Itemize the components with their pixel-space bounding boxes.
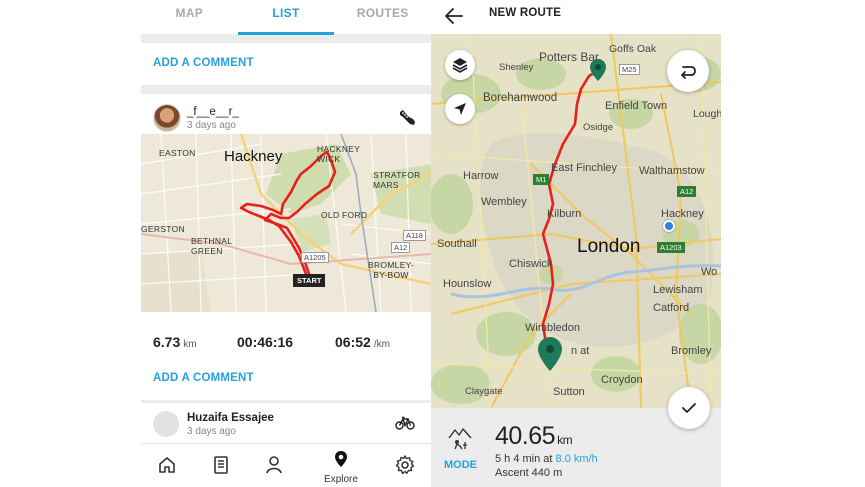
map-label-east-finchley: East Finchley xyxy=(551,162,618,174)
map-label-sutton: Sutton xyxy=(553,386,585,398)
locate-me-button[interactable] xyxy=(445,94,475,124)
add-comment-link[interactable]: ADD A COMMENT xyxy=(153,57,254,69)
nav-explore[interactable]: Explore xyxy=(319,450,363,485)
settings-gear-icon[interactable] xyxy=(393,453,417,477)
map-label-hackney-right: Hackney xyxy=(661,208,704,220)
road-a118: A118 xyxy=(403,230,426,241)
map-label-osidge: Osidge xyxy=(583,122,614,133)
add-comment-link-2[interactable]: ADD A COMMENT xyxy=(153,372,254,384)
road-m1: M1 xyxy=(533,174,550,185)
screenshot: MAP LIST ROUTES ADD A COMMENT _f__e__r_ … xyxy=(0,0,865,487)
current-location-dot xyxy=(663,220,675,232)
post-username-2[interactable]: Huzaifa Essajee xyxy=(187,412,274,424)
map-label-bromley: Bromley xyxy=(671,345,712,357)
tab-routes[interactable]: ROUTES xyxy=(334,0,431,34)
return-arrow-icon xyxy=(681,66,696,79)
map-label-bromley-by-bow: BROMLEY-BY-BOW xyxy=(367,260,415,280)
map-label-stratford-marsh: STRATFOR MARS xyxy=(373,170,421,190)
map-label-mitcham-partial: n at xyxy=(571,345,590,357)
activity-feed-screen: MAP LIST ROUTES ADD A COMMENT _f__e__r_ … xyxy=(141,0,431,487)
map-label-croydon: Croydon xyxy=(601,374,643,386)
bottom-nav: Explore xyxy=(141,443,431,487)
hiking-mode-icon[interactable] xyxy=(445,424,475,450)
route-speed-link[interactable]: 8.0 km/h xyxy=(556,453,598,465)
start-marker: START xyxy=(293,274,326,287)
tab-list[interactable]: LIST xyxy=(237,0,335,35)
route-map[interactable]: Potters Bar Goffs Oak Shenley M25 Boreha… xyxy=(431,34,721,408)
activity-card: _f__e__r_ 3 days ago Hackney HACKNEY WIC… xyxy=(141,94,431,358)
map-label-southall: Southall xyxy=(437,238,477,250)
checkmark-icon xyxy=(682,403,696,413)
map-label-wimbledon: Wimbledon xyxy=(525,322,581,334)
reverse-route-button[interactable] xyxy=(667,50,709,92)
route-duration: 5 h 4 min at 8.0 km/h xyxy=(495,453,598,465)
back-arrow-icon[interactable] xyxy=(443,6,465,26)
map-layers-button[interactable] xyxy=(445,50,475,80)
map-label-harrow: Harrow xyxy=(463,170,499,182)
page-title: NEW ROUTE xyxy=(489,7,562,19)
map-label-goffs-oak: Goffs Oak xyxy=(609,43,657,55)
confirm-route-button[interactable] xyxy=(668,387,710,429)
map-label-lewisham: Lewisham xyxy=(653,284,703,296)
post-username[interactable]: _f__e__r_ xyxy=(187,106,239,118)
map-pin-icon xyxy=(335,451,347,467)
road-a1203: A1203 xyxy=(657,242,685,253)
map-label-hounslow: Hounslow xyxy=(443,278,492,290)
map-label-hackney-wick: HACKNEY WICK xyxy=(317,144,361,164)
navigation-arrow-icon xyxy=(454,103,466,115)
new-route-screen: NEW ROUTE Potters Bar Goffs Oak Shenley … xyxy=(431,0,721,487)
route-header: NEW ROUTE xyxy=(431,0,721,34)
avatar-placeholder[interactable] xyxy=(153,411,179,437)
map-label-easton: EASTON xyxy=(159,148,196,158)
map-label-london: London xyxy=(577,236,641,257)
road-a12: A12 xyxy=(391,242,411,253)
map-label-enfield-town: Enfield Town xyxy=(605,100,668,112)
road-a12-right: A12 xyxy=(677,186,697,197)
activity-map[interactable]: Hackney HACKNEY WICK EASTON STRATFOR MAR… xyxy=(141,134,431,312)
profile-icon[interactable] xyxy=(262,453,286,477)
add-comment-bar[interactable]: ADD A COMMENT xyxy=(141,43,431,85)
avatar[interactable] xyxy=(153,104,181,132)
map-label-walthamstow: Walthamstow xyxy=(639,165,705,177)
layers-icon xyxy=(452,58,468,73)
top-tab-bar: MAP LIST ROUTES xyxy=(141,0,431,35)
map-label-wo: Wo xyxy=(701,266,718,278)
stat-duration: 00:46:16 xyxy=(237,334,294,350)
route-distance: 40.65 km xyxy=(495,422,573,450)
home-icon[interactable] xyxy=(155,453,179,477)
add-comment-bar-2[interactable]: ADD A COMMENT xyxy=(141,358,431,400)
map-label-claygate: Claygate xyxy=(465,386,503,397)
activity-card-2: Huzaifa Essajee 3 days ago xyxy=(141,403,431,443)
mode-button[interactable]: MODE xyxy=(444,459,477,471)
map-label-hackney: Hackney xyxy=(224,148,283,165)
map-label-catford: Catford xyxy=(653,302,690,314)
map-label-potters-bar: Potters Bar xyxy=(539,50,600,64)
road-a1205: A1205 xyxy=(301,252,329,263)
map-label-kilburn: Kilburn xyxy=(547,208,582,220)
map-label-bethnal-green: BETHNAL GREEN xyxy=(191,236,232,256)
post-time-2: 3 days ago xyxy=(187,426,236,437)
route-end-marker-icon[interactable] xyxy=(537,336,563,372)
stat-distance: 6.73 km xyxy=(153,334,197,350)
bicycle-icon xyxy=(395,416,415,430)
map-label-borehamwood: Borehamwood xyxy=(483,92,558,104)
map-label-shenley: Shenley xyxy=(499,62,534,73)
map-label-chiswick: Chiswick xyxy=(509,258,553,270)
map-label-old-ford: OLD FORD xyxy=(321,210,368,220)
map-label-wembley: Wembley xyxy=(481,196,527,208)
map-label-lough: Lough xyxy=(693,108,721,120)
running-shoe-icon xyxy=(400,110,415,125)
post-time: 3 days ago xyxy=(187,120,236,131)
tab-map[interactable]: MAP xyxy=(141,0,238,34)
diary-icon[interactable] xyxy=(209,453,233,477)
route-ascent: Ascent 440 m xyxy=(495,467,563,479)
map-label-haggerston: GERSTON xyxy=(141,224,185,234)
stat-pace: 06:52/km xyxy=(335,334,390,350)
road-m25: M25 xyxy=(619,64,640,75)
nav-explore-label: Explore xyxy=(324,474,358,485)
